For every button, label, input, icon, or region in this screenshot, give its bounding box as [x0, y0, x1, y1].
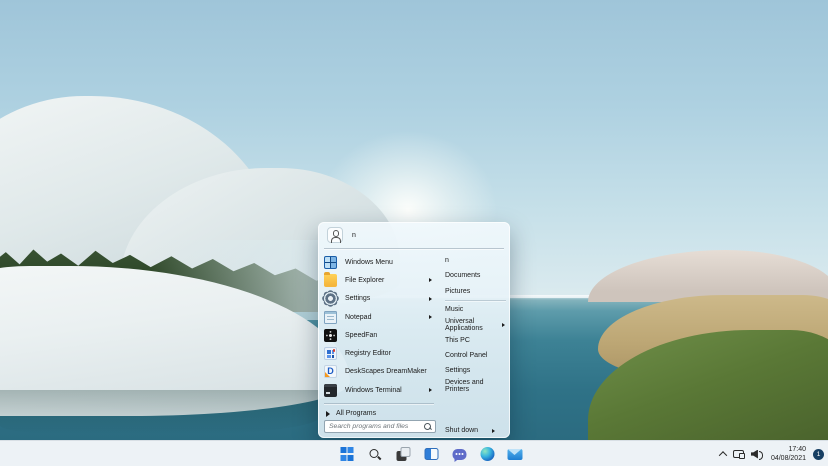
edge-button[interactable]: [477, 443, 498, 465]
menu-item-settings[interactable]: Settings: [318, 290, 437, 308]
start-button[interactable]: [337, 443, 358, 465]
task-view-icon: [396, 447, 410, 461]
search-placeholder: Search programs and files: [329, 423, 409, 430]
submenu-arrow-icon: [429, 278, 432, 283]
registry-editor-icon: [324, 347, 337, 361]
place-label: Documents: [445, 272, 481, 280]
place-label: Universal Applications: [445, 317, 483, 332]
submenu-arrow-icon: [429, 388, 432, 393]
place-item-settings[interactable]: Settings: [437, 363, 508, 378]
desktop: n Windows Menu File Explorer Settings No…: [0, 0, 828, 466]
place-label: Music: [445, 306, 464, 314]
speedfan-icon: [324, 328, 337, 342]
shut-down-button[interactable]: Shut down: [445, 424, 496, 437]
place-item-devices-and-printers[interactable]: Devices and Printers: [437, 378, 508, 393]
shut-down-options-arrow-icon[interactable]: [492, 428, 496, 433]
search-input[interactable]: Search programs and files: [324, 420, 436, 433]
menu-item-label: Notepad: [345, 313, 372, 321]
all-programs-button[interactable]: All Programs: [326, 407, 376, 420]
edge-browser-icon: [480, 447, 494, 461]
mail-envelope-icon: [507, 448, 523, 460]
place-label: Pictures: [445, 287, 471, 295]
place-label: Settings: [445, 367, 471, 375]
places-divider: [445, 299, 506, 301]
menu-item-label: Registry Editor: [345, 350, 391, 358]
place-item-pictures[interactable]: Pictures: [437, 284, 508, 299]
system-tray: 17:40 04/08/2021 1: [718, 441, 824, 466]
place-item-user-folder[interactable]: n: [437, 253, 508, 268]
menu-item-label: Windows Menu: [345, 258, 393, 266]
mail-button[interactable]: [505, 443, 526, 465]
tray-time: 17:40: [788, 445, 806, 453]
menu-item-label: File Explorer: [345, 276, 385, 284]
menu-item-notepad[interactable]: Notepad: [318, 308, 437, 326]
menu-item-deskscapes[interactable]: D DeskScapes DreamMaker: [318, 363, 437, 381]
tray-date: 04/08/2021: [770, 455, 806, 462]
windows-menu-icon: [324, 255, 337, 269]
place-label: This PC: [445, 336, 470, 344]
place-label: n: [445, 257, 449, 265]
task-view-button[interactable]: [393, 443, 414, 465]
place-label: Control Panel: [445, 351, 488, 359]
place-item-control-panel[interactable]: Control Panel: [437, 348, 508, 363]
place-item-this-pc[interactable]: This PC: [437, 332, 508, 347]
widgets-button[interactable]: [421, 443, 442, 465]
search-icon: [423, 422, 432, 431]
submenu-arrow-icon: [429, 315, 432, 320]
menu-item-label: Windows Terminal: [345, 386, 402, 394]
gear-icon: [324, 292, 337, 306]
menu-item-registry-editor[interactable]: Registry Editor: [318, 344, 437, 362]
widgets-icon: [424, 448, 438, 460]
menu-item-label: SpeedFan: [345, 331, 378, 339]
folder-icon: [324, 271, 337, 287]
chat-bubble-icon: [452, 448, 466, 463]
place-item-documents[interactable]: Documents: [437, 268, 508, 283]
place-item-music[interactable]: Music: [437, 302, 508, 317]
hidden-icons-chevron-icon[interactable]: [718, 451, 728, 460]
start-menu: n Windows Menu File Explorer Settings No…: [318, 222, 510, 438]
submenu-arrow-icon: [429, 296, 432, 301]
device-status-icon[interactable]: [732, 450, 746, 460]
place-item-universal-applications[interactable]: Universal Applications: [437, 317, 508, 332]
taskbar-search-button[interactable]: [365, 443, 386, 465]
volume-icon[interactable]: [751, 449, 764, 460]
all-programs-divider: [324, 403, 434, 404]
menu-item-windows-terminal[interactable]: Windows Terminal: [318, 381, 437, 399]
menu-item-speedfan[interactable]: SpeedFan: [318, 326, 437, 344]
search-icon: [369, 448, 382, 461]
menu-item-windows-menu[interactable]: Windows Menu: [318, 253, 437, 271]
submenu-arrow-icon: [502, 322, 505, 327]
start-menu-places-list: n Documents Pictures Music Universal App…: [437, 253, 508, 394]
header-divider: [324, 248, 504, 249]
menu-item-label: DeskScapes DreamMaker: [345, 368, 427, 376]
menu-item-file-explorer[interactable]: File Explorer: [318, 271, 437, 289]
notepad-icon: [324, 310, 337, 324]
taskbar-center-icons: [337, 441, 526, 466]
terminal-icon: [324, 383, 337, 397]
start-menu-header[interactable]: n: [318, 222, 510, 248]
deskscapes-icon: D: [324, 365, 337, 379]
expand-arrow-icon: [326, 410, 330, 417]
all-programs-label: All Programs: [336, 410, 377, 417]
user-avatar-icon: [327, 227, 343, 243]
notification-badge[interactable]: 1: [813, 448, 824, 460]
shut-down-label: Shut down: [445, 427, 479, 434]
clock[interactable]: 17:40 04/08/2021: [771, 445, 806, 463]
taskbar: 17:40 04/08/2021 1: [0, 440, 828, 466]
user-name: n: [352, 231, 356, 239]
wallpaper-water-reflection: [0, 390, 320, 434]
chat-button[interactable]: [449, 443, 470, 465]
windows-logo-icon: [340, 447, 354, 461]
start-menu-app-list: Windows Menu File Explorer Settings Note…: [318, 253, 437, 399]
place-label: Devices and Printers: [445, 379, 484, 394]
menu-item-label: Settings: [345, 295, 371, 303]
